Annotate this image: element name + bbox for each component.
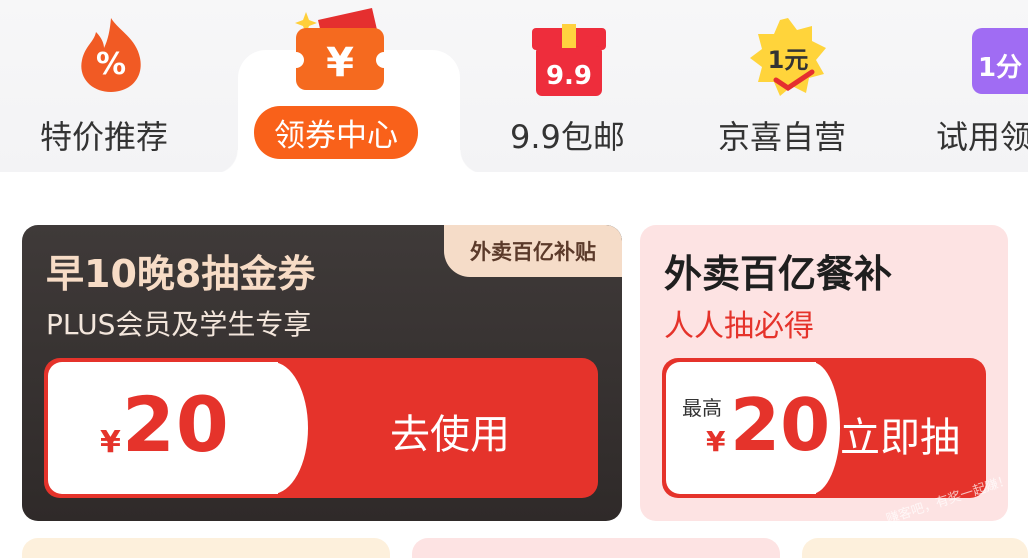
- partial-card: [22, 538, 390, 558]
- svg-text:1元: 1元: [768, 46, 809, 74]
- category-coupon-center[interactable]: ¥ 领券中心: [252, 0, 432, 172]
- category-label: 特价推荐: [40, 118, 169, 156]
- max-prefix: 最高: [682, 396, 722, 420]
- currency-symbol: ¥: [100, 425, 121, 460]
- svg-text:1分: 1分: [978, 53, 1022, 83]
- promo-title: 外卖百亿餐补: [664, 252, 893, 296]
- currency-symbol: ¥: [706, 425, 726, 458]
- trial-bag-icon: 1分: [972, 28, 1028, 94]
- category-trial[interactable]: 1分 试用领: [936, 0, 1028, 172]
- use-coupon-button[interactable]: 去使用: [350, 402, 550, 460]
- category-label: 试用领: [936, 118, 1028, 156]
- category-label: 京喜自营: [718, 118, 847, 156]
- gift-box-icon: 9.9: [532, 24, 606, 96]
- promo-card-gold-coupon[interactable]: 外卖百亿补贴 早10晚8抽金券 PLUS会员及学生专享 ¥ 20 去使用: [22, 225, 622, 521]
- coupon-amount: 20: [730, 383, 831, 467]
- promo-subtitle: PLUS会员及学生专享: [46, 308, 312, 341]
- draw-now-button[interactable]: 立即抽: [840, 405, 960, 463]
- promo-subtitle: 人人抽必得: [664, 309, 814, 344]
- svg-text:9.9: 9.9: [546, 61, 592, 91]
- coupon-amount: 20: [122, 380, 230, 469]
- svg-text:%: %: [96, 47, 126, 82]
- subsidy-tag: 外卖百亿补贴: [444, 225, 622, 277]
- category-label: 9.9包邮: [510, 118, 625, 156]
- badge-one-yuan-icon: 1元: [750, 18, 826, 96]
- category-jingxi-self[interactable]: 1元 京喜自营: [718, 0, 858, 172]
- category-label: 领券中心: [254, 106, 418, 159]
- promo-card-meal-subsidy[interactable]: 外卖百亿餐补 人人抽必得 最高 ¥ 20 立即抽: [640, 225, 1008, 521]
- category-free-shipping[interactable]: 9.9 9.9包邮: [510, 0, 630, 172]
- category-special-offer[interactable]: % 特价推荐: [40, 0, 180, 172]
- flame-percent-icon: %: [81, 18, 141, 92]
- promo-title: 早10晚8抽金券: [46, 252, 316, 296]
- partial-card: [802, 538, 1028, 558]
- partial-card: [412, 538, 780, 558]
- coupon-yen-icon: ¥: [292, 8, 388, 90]
- category-bar: % 特价推荐 ¥ 领券中心 9.9 9.9包邮 1元 京喜自营 1分 试用领: [0, 0, 1028, 174]
- svg-text:¥: ¥: [326, 40, 354, 86]
